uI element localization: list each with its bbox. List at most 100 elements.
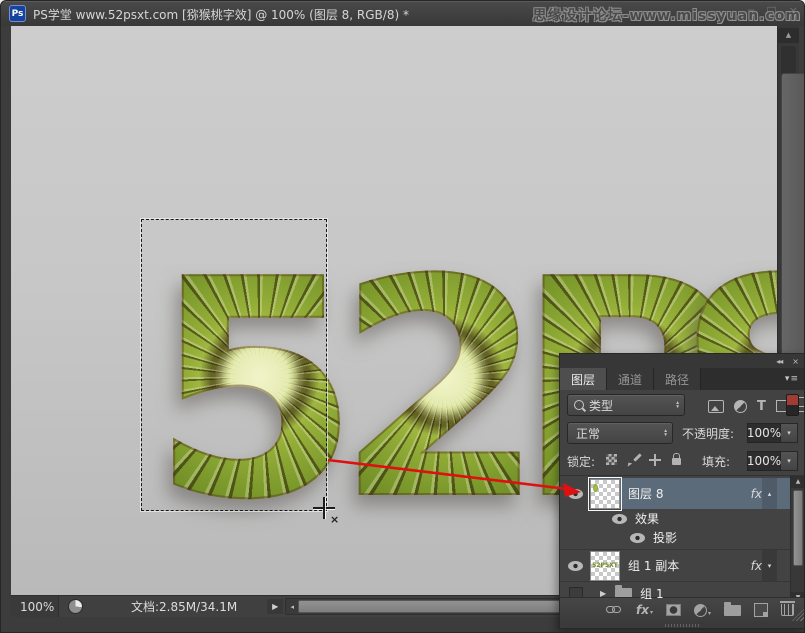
eye-icon[interactable] (568, 561, 583, 571)
folder-icon (724, 605, 741, 616)
effects-row[interactable]: 效果 (560, 509, 790, 528)
close-panel-icon[interactable]: × (792, 357, 798, 366)
list-scroll-thumb[interactable] (793, 490, 803, 566)
layer-row-layer8[interactable]: 图层 8 fx ▴ (560, 478, 790, 509)
layer-filter-row: 类型 ▴▾ T (560, 394, 805, 418)
fx-badge: fx (751, 487, 762, 501)
blend-mode-row: 正常 ▴▾ 不透明度: 100% ▾ (560, 421, 805, 445)
photoshop-document-window: Ps PS学堂 www.52psxt.com [猕猴桃字效] @ 100% (图… (0, 0, 805, 633)
status-flyout-button[interactable]: ▶ (267, 599, 283, 614)
document-title: PS学堂 www.52psxt.com [猕猴桃字效] @ 100% (图层 8… (33, 6, 409, 23)
horizontal-scrollbar[interactable]: ◂ (285, 598, 579, 615)
blend-mode-value: 正常 (576, 425, 600, 442)
collapse-panel-icon[interactable]: ◂◂ (776, 357, 782, 366)
filter-type-label: 类型 (589, 397, 613, 414)
dropdown-updown-icon: ▴▾ (664, 429, 667, 437)
adjustment-icon (694, 604, 707, 617)
kiwi-letter-2: 2 (336, 251, 545, 531)
opacity-label: 不透明度: (682, 425, 734, 442)
layer-list: 图层 8 fx ▴ 效果 投影 5 (560, 476, 805, 604)
layer-list-scrollbar[interactable]: ▲ ▼ (790, 476, 805, 604)
expand-effects-icon[interactable]: ▾ (762, 550, 777, 581)
photoshop-app-icon: Ps (9, 5, 26, 22)
fx-badge: fx (751, 559, 762, 573)
new-layer-button[interactable] (754, 603, 768, 617)
thumbnail-content (593, 484, 598, 492)
layer-thumbnail[interactable]: 52PSXT (590, 551, 620, 581)
fill-label: 填充: (702, 453, 730, 470)
horizontal-scroll-thumb[interactable] (298, 600, 570, 613)
effects-label: 效果 (635, 510, 659, 527)
marquee-selection[interactable] (141, 219, 327, 511)
screenshot-stage: Ps PS学堂 www.52psxt.com [猕猴桃字效] @ 100% (图… (0, 0, 805, 633)
scroll-up-icon[interactable]: ▲ (791, 476, 805, 488)
layer-style-button[interactable]: fx▾ (636, 604, 653, 616)
delete-layer-button[interactable] (781, 604, 794, 616)
drop-shadow-label: 投影 (653, 529, 677, 546)
lock-pixels-icon[interactable] (627, 454, 640, 467)
layers-panel: ◂◂ × 图层 通道 路径 ▾ ≡ 类型 (559, 353, 805, 629)
drop-shadow-row[interactable]: 投影 (560, 528, 790, 547)
scroll-left-icon[interactable]: ◂ (286, 603, 298, 611)
tab-layers[interactable]: 图层 (560, 368, 607, 390)
mask-icon (666, 604, 681, 616)
lock-position-icon[interactable] (649, 454, 661, 466)
eye-icon[interactable] (630, 533, 645, 543)
panel-tabs: 图层 通道 路径 ▾ ≡ (560, 368, 805, 390)
visibility-cell[interactable] (560, 489, 590, 499)
lock-all-icon[interactable] (672, 458, 681, 465)
document-size-info: 文档:2.85M/34.1M (131, 598, 237, 615)
link-icon (606, 606, 623, 614)
adjustment-layer-filter-icon[interactable] (734, 400, 747, 413)
layer-name[interactable]: 组 1 副本 (628, 557, 679, 574)
zoom-level-field[interactable]: 100% (11, 596, 59, 617)
search-icon (574, 400, 584, 410)
site-watermark: 思缘设计论坛-www.missyuan.com (533, 5, 801, 25)
trash-icon (781, 604, 794, 616)
new-group-button[interactable] (724, 605, 741, 616)
chevron-down-icon: ▾ (650, 609, 653, 616)
document-status-icon (68, 599, 83, 614)
new-layer-icon (754, 603, 768, 617)
adjustment-layer-button[interactable]: ▾ (694, 604, 711, 617)
blend-mode-dropdown[interactable]: 正常 ▴▾ (567, 422, 673, 444)
grip-dots (665, 624, 701, 627)
lock-transparency-icon[interactable] (606, 454, 617, 465)
layer-row-group1-copy[interactable]: 52PSXT 组 1 副本 fx ▾ (560, 549, 790, 581)
layer-name[interactable]: 图层 8 (628, 485, 663, 502)
crosshair-vertical (323, 497, 325, 519)
layer-thumbnail[interactable] (590, 479, 620, 509)
tab-channels[interactable]: 通道 (607, 368, 654, 390)
chevron-down-icon: ▾ (708, 610, 711, 617)
panel-menu-icon[interactable]: ▾ ≡ (785, 368, 805, 390)
cursor-modifier-glyph: × (330, 513, 339, 526)
opacity-dropdown-icon[interactable]: ▾ (781, 423, 798, 443)
add-mask-button[interactable] (666, 604, 681, 616)
fill-dropdown-icon[interactable]: ▾ (781, 451, 798, 471)
tab-paths[interactable]: 路径 (654, 368, 701, 390)
link-layers-button[interactable] (606, 606, 623, 614)
lock-row: 锁定: 填充: 100% ▾ (560, 448, 805, 474)
filter-type-dropdown[interactable]: 类型 ▴▾ (567, 394, 685, 416)
panel-bottom-toolbar: fx▾ ▾ (560, 597, 805, 622)
collapse-effects-icon[interactable]: ▴ (762, 478, 777, 509)
group-name[interactable]: 组 1 (640, 585, 663, 602)
thumbnail-content: 52PSXT (591, 552, 619, 580)
eye-icon[interactable] (568, 489, 583, 499)
type-layer-filter-icon[interactable]: T (757, 400, 766, 413)
scroll-up-icon[interactable]: ▲ (778, 28, 799, 43)
fx-icon: fx (636, 604, 649, 616)
panel-header: ◂◂ × (560, 354, 805, 368)
panel-drag-grip[interactable] (560, 622, 805, 628)
eye-icon[interactable] (612, 514, 627, 524)
panel-menu-lines: ≡ (790, 374, 798, 384)
fill-value-field[interactable]: 100% (747, 451, 781, 471)
dropdown-updown-icon: ▴▾ (676, 401, 679, 409)
layer-filter-toggle[interactable] (786, 394, 799, 416)
panel-menu-arrow: ▾ (785, 374, 790, 384)
opacity-value-field[interactable]: 100% (747, 423, 781, 443)
panel-body: 类型 ▴▾ T (560, 390, 805, 628)
visibility-cell[interactable] (560, 561, 590, 571)
lock-label: 锁定: (567, 453, 595, 470)
pixel-layer-filter-icon[interactable] (708, 400, 724, 413)
